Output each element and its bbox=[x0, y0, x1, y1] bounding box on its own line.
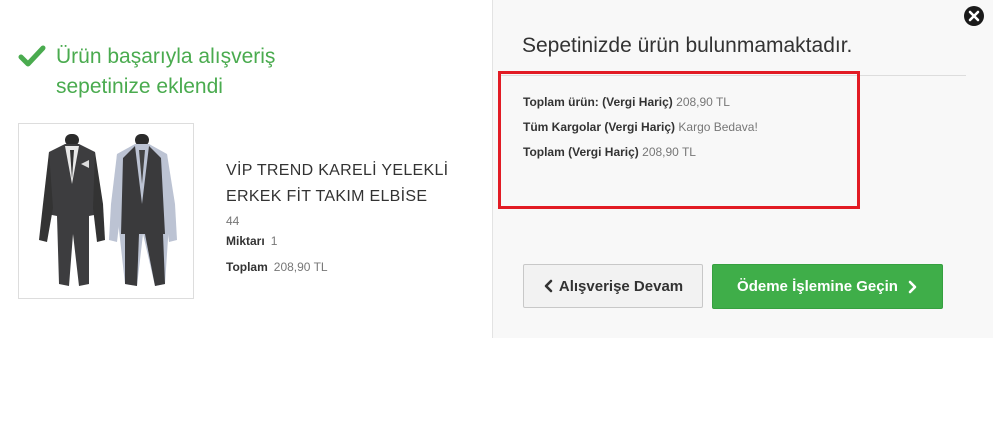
summary-highlight-box bbox=[498, 71, 860, 209]
product-name-line-2: ERKEK FİT TAKIM ELBİSE bbox=[226, 188, 428, 205]
continue-shopping-button[interactable]: Alışverişe Devam bbox=[523, 264, 703, 308]
product-image[interactable] bbox=[18, 123, 194, 299]
chevron-left-icon bbox=[544, 279, 553, 293]
success-line-2: sepetinize eklendi bbox=[56, 75, 223, 98]
summary-total-value: 208,90 TL bbox=[642, 145, 696, 159]
summary-line-shipping: Tüm Kargolar (Vergi Hariç) Kargo Bedava! bbox=[523, 120, 758, 134]
chevron-right-icon bbox=[908, 280, 917, 293]
product-name-line-1: VİP TREND KARELİ YELEKLİ bbox=[226, 162, 449, 179]
quantity-value: 1 bbox=[270, 234, 278, 248]
checkout-button[interactable]: Ödeme İşlemine Geçin bbox=[712, 264, 943, 309]
continue-shopping-label: Alışverişe Devam bbox=[558, 277, 684, 295]
close-icon[interactable] bbox=[963, 5, 985, 27]
product-quantity-row: Miktarı 1 bbox=[226, 234, 277, 248]
added-product-panel: Ürün başarıyla alışveriş sepetinize ekle… bbox=[0, 0, 492, 338]
suit-illustration bbox=[39, 134, 177, 286]
product-name[interactable]: VİP TREND KARELİ YELEKLİ ERKEK FİT TAKIM… bbox=[226, 158, 476, 210]
product-total-label: Toplam bbox=[226, 260, 268, 274]
summary-products-value: 208,90 TL bbox=[676, 95, 730, 109]
product-total-row: Toplam 208,90 TL bbox=[226, 260, 328, 274]
summary-shipping-value: Kargo Bedava! bbox=[678, 120, 758, 134]
success-line-1: Ürün başarıyla alışveriş bbox=[56, 45, 276, 68]
product-total-value: 208,90 TL bbox=[273, 260, 328, 274]
check-icon bbox=[18, 45, 46, 67]
quantity-label: Miktarı bbox=[226, 234, 265, 248]
success-text: Ürün başarıyla alışveriş sepetinize ekle… bbox=[56, 42, 275, 102]
summary-line-products: Toplam ürün: (Vergi Hariç) 208,90 TL bbox=[523, 95, 730, 109]
summary-shipping-label: Tüm Kargolar (Vergi Hariç) bbox=[523, 120, 676, 134]
summary-products-label: Toplam ürün: (Vergi Hariç) bbox=[523, 95, 673, 109]
checkout-label: Ödeme İşlemine Geçin bbox=[737, 278, 898, 295]
product-size: 44 bbox=[226, 214, 240, 228]
cart-title: Sepetinizde ürün bulunmamaktadır. bbox=[522, 34, 853, 57]
summary-total-label: Toplam (Vergi Hariç) bbox=[523, 145, 639, 159]
summary-line-total: Toplam (Vergi Hariç) 208,90 TL bbox=[523, 145, 696, 159]
